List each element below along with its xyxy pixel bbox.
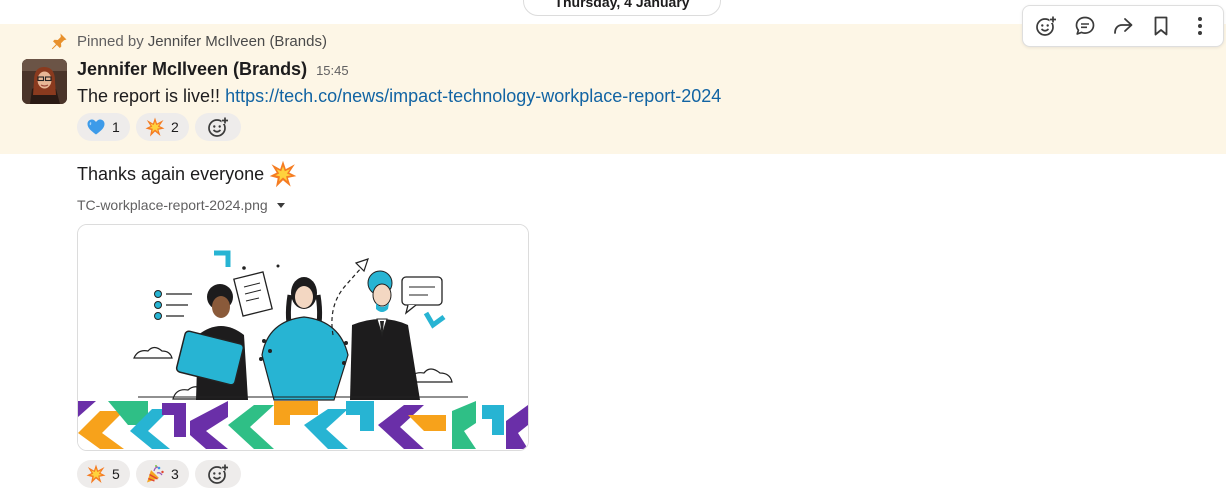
- file-name[interactable]: TC-workplace-report-2024.png: [77, 197, 268, 213]
- forward-icon: [1114, 18, 1133, 34]
- party-popper-icon: [147, 465, 164, 483]
- pinned-indicator: Pinned by Jennifer McIlveen (Brands): [50, 32, 327, 50]
- chevron-down-icon[interactable]: [276, 200, 286, 210]
- reaction-collision[interactable]: 2: [136, 113, 189, 141]
- pin-icon: [51, 33, 67, 50]
- pinned-by-name[interactable]: Jennifer McIlveen (Brands): [148, 33, 327, 50]
- reaction-count: 1: [112, 119, 120, 135]
- message-timestamp[interactable]: 15:45: [316, 63, 349, 78]
- image-attachment[interactable]: [77, 224, 529, 451]
- blue-heart-icon: [87, 119, 105, 135]
- add-reaction-action[interactable]: [1029, 9, 1063, 43]
- reaction-collision[interactable]: 5: [77, 460, 130, 488]
- message-text: The report is live!!: [77, 86, 221, 106]
- file-attachment-header[interactable]: TC-workplace-report-2024.png: [77, 197, 286, 213]
- forward-action[interactable]: [1106, 9, 1140, 43]
- add-reaction-button[interactable]: [195, 113, 241, 141]
- save-for-later-action[interactable]: [1144, 9, 1178, 43]
- reaction-count: 5: [112, 466, 120, 482]
- avatar-image: [22, 59, 67, 104]
- date-divider[interactable]: Thursday, 4 January: [523, 0, 721, 16]
- message-body: The report is live!! https://tech.co/new…: [77, 86, 721, 107]
- followup-text: Thanks again everyone: [77, 163, 265, 184]
- date-divider-label: Thursday, 4 January: [554, 0, 690, 10]
- collision-icon: [145, 117, 165, 137]
- followup-reactions: 5 3: [77, 460, 241, 488]
- message-reactions: 1 2: [77, 113, 241, 141]
- collision-icon: [86, 464, 106, 484]
- message-actions-toolbar: [1022, 5, 1224, 47]
- collision-icon: [269, 160, 297, 188]
- followup-message-text: Thanks again everyone: [77, 160, 297, 188]
- add-emoji-icon: [208, 464, 229, 484]
- more-actions-button[interactable]: [1183, 9, 1217, 43]
- more-vertical-icon: [1197, 17, 1202, 35]
- reaction-party-popper[interactable]: 3: [136, 460, 189, 488]
- bookmark-icon: [1154, 16, 1168, 36]
- pinned-by-label: Pinned by: [77, 32, 144, 50]
- add-emoji-icon: [1036, 16, 1057, 36]
- message-header: Jennifer McIlveen (Brands) 15:45: [77, 59, 349, 80]
- thread-icon: [1075, 16, 1094, 35]
- add-reaction-button[interactable]: [195, 460, 241, 488]
- avatar[interactable]: [22, 59, 67, 104]
- add-emoji-icon: [208, 117, 229, 137]
- reaction-count: 3: [171, 466, 179, 482]
- reaction-count: 2: [171, 119, 179, 135]
- message-author[interactable]: Jennifer McIlveen (Brands): [77, 59, 307, 80]
- reaction-blue-heart[interactable]: 1: [77, 113, 130, 141]
- reply-in-thread-action[interactable]: [1068, 9, 1102, 43]
- workplace-report-illustration: [78, 225, 528, 450]
- message-link[interactable]: https://tech.co/news/impact-technology-w…: [225, 86, 721, 106]
